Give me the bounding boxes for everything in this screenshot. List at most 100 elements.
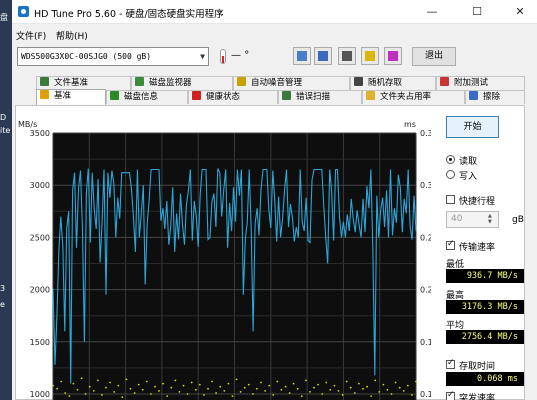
copy-button[interactable] (293, 47, 311, 65)
spinner-arrows-icon[interactable]: ▲ ▼ (488, 213, 492, 225)
access-time-point (117, 384, 120, 387)
short-stroke-checkbox[interactable]: 快捷行程 (446, 194, 526, 207)
access-time-point (186, 393, 189, 395)
checkbox-unchecked (446, 195, 455, 204)
y-tick-label-right: 0.25 (420, 233, 431, 242)
access-time-checkbox[interactable]: 存取时间 (446, 358, 526, 372)
tab-row-top: 文件基准 磁盘监视器 自动噪音管理 随机存取 附加测试 (15, 76, 525, 90)
benchmark-controls: 开始 读取 写入 快捷行程 40 ▲▼ gB 传输速率 最低 936.7 MB/… (431, 106, 526, 400)
minimize-button[interactable]: — (417, 2, 447, 22)
copy-all-button[interactable] (314, 47, 332, 65)
access-time-point (321, 393, 324, 395)
tab-disk-monitor[interactable]: 磁盘监视器 (131, 76, 233, 90)
access-time-point (68, 395, 71, 397)
access-time-point (243, 386, 246, 389)
random-access-icon (354, 77, 363, 86)
access-time-point (137, 383, 140, 386)
tab-file-benchmark[interactable]: 文件基准 (36, 76, 131, 90)
access-time-point (276, 380, 279, 383)
desktop-fragment: 盘 (0, 13, 8, 22)
y-axis-left-label: MB/s (18, 120, 37, 129)
access-time-point (325, 381, 328, 384)
access-time-point (64, 392, 67, 394)
short-stroke-label: 快捷行程 (459, 197, 496, 207)
desktop-fragment: e (0, 300, 5, 309)
access-time-point (272, 394, 275, 396)
access-time-point (198, 383, 201, 386)
access-time-point (296, 387, 299, 390)
access-time-point (394, 381, 397, 384)
menu-file[interactable]: 文件(F) (16, 29, 46, 42)
speaker-icon (237, 77, 246, 86)
start-button[interactable]: 开始 (446, 116, 499, 138)
tab-label: 附加测试 (454, 78, 489, 88)
y-tick-label-right: 0.35 (420, 129, 431, 138)
tab-label: 错误扫描 (296, 92, 331, 102)
access-time-point (219, 385, 222, 388)
access-time-point (268, 384, 271, 387)
tab-disk-info[interactable]: 磁盘信息 (106, 90, 188, 104)
access-time-point (97, 379, 99, 382)
close-button[interactable]: ✕ (505, 2, 535, 22)
tab-label: 磁盘监视器 (149, 78, 192, 88)
tab-noise-management[interactable]: 自动噪音管理 (233, 76, 350, 90)
access-time-label: 存取时间 (459, 362, 496, 372)
drive-select[interactable]: WDS500G3X0C-00SJG0 (500 gB) ▼ (17, 47, 209, 66)
max-value: 3176.3 MB/s (446, 300, 524, 314)
maximize-button[interactable]: ☐ (462, 2, 492, 22)
desktop-background: 盘 D ite 3 e (0, 0, 12, 400)
save-button[interactable] (361, 47, 379, 65)
tab-label: 健康状态 (206, 92, 241, 102)
copy-all-icon (318, 51, 328, 61)
y-axis-right-label: ms (404, 120, 416, 129)
title-bar[interactable]: HD Tune Pro 5.60 - 硬盘/固态硬盘实用程序 — ☐ ✕ (12, 0, 537, 24)
folder-icon (366, 91, 375, 100)
write-radio[interactable]: 写入 (446, 169, 526, 182)
tab-benchmark[interactable]: 基准 (36, 89, 106, 105)
access-time-point (313, 386, 315, 389)
checkbox-checked (446, 358, 455, 369)
access-time-point (80, 377, 83, 380)
transfer-rate-checkbox[interactable]: 传输速率 (446, 239, 526, 253)
access-time-point (60, 380, 63, 383)
exit-button[interactable]: 退出 (412, 47, 456, 66)
screenshot-button[interactable] (338, 47, 356, 65)
desktop-fragment: 3 (0, 284, 6, 293)
tab-erase[interactable]: 擦除 (465, 90, 525, 104)
temperature-readout: — ° (231, 50, 249, 61)
tab-error-scan[interactable]: 错误扫描 (278, 90, 362, 104)
access-time-value: 0.068 ms (446, 372, 524, 386)
benchmark-panel: MB/s ms 3500 3000 2500 2000 1500 1000 0.35 0.30 0.… (15, 105, 525, 400)
burst-rate-checkbox[interactable]: 突发速率 (446, 390, 526, 400)
menu-help[interactable]: 帮助(H) (56, 29, 88, 42)
access-time-point (72, 382, 75, 385)
access-time-point (190, 381, 193, 384)
access-time-point (170, 386, 173, 389)
download-icon (388, 51, 398, 61)
access-time-point (300, 395, 303, 397)
y-tick-label-right: 0.10 (420, 390, 431, 399)
access-time-point (370, 395, 372, 397)
y-tick-label-left: 3000 (30, 181, 50, 190)
tab-random-access[interactable]: 随机存取 (350, 76, 436, 90)
access-time-point (174, 379, 177, 382)
access-time-point (264, 390, 266, 392)
access-time-point (317, 383, 319, 386)
access-time-point (56, 387, 58, 390)
download-button[interactable] (384, 47, 402, 65)
write-label: 写入 (459, 172, 478, 182)
access-time-point (109, 381, 111, 384)
access-time-point (121, 396, 124, 398)
access-time-point (166, 395, 169, 397)
app-icon (18, 6, 29, 17)
tab-extra-tests[interactable]: 附加测试 (436, 76, 525, 90)
access-time-point (76, 388, 79, 391)
read-radio[interactable]: 读取 (446, 154, 526, 167)
extra-tests-icon (440, 77, 449, 86)
drive-select-value: WDS500G3X0C-00SJG0 (500 gB) (21, 52, 152, 61)
access-time-point (402, 390, 405, 392)
access-time-point (309, 391, 311, 393)
access-time-point (247, 383, 250, 386)
tab-health[interactable]: 健康状态 (188, 90, 278, 104)
tab-folder-usage[interactable]: 文件夹占用率 (362, 90, 465, 104)
